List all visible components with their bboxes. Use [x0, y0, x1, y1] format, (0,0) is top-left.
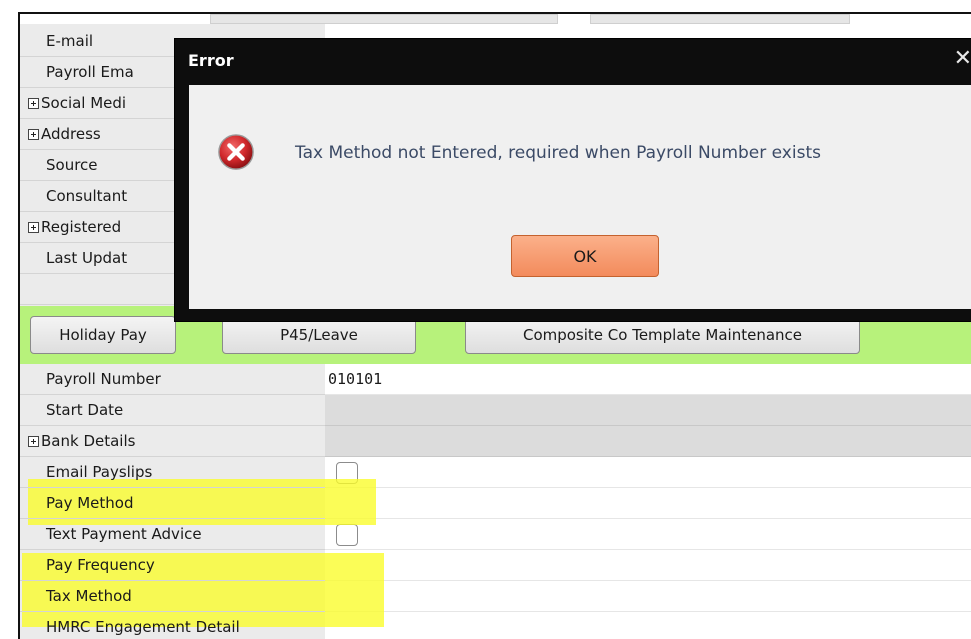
- error-icon: [218, 134, 254, 170]
- text-payment-advice-field: [325, 519, 971, 550]
- expand-icon[interactable]: [28, 435, 39, 447]
- row-label: E-mail: [46, 32, 94, 50]
- start-date-field[interactable]: [325, 395, 971, 426]
- row-label: Pay Frequency: [46, 556, 155, 574]
- row-label: Last Updat: [46, 249, 128, 267]
- payroll-number-value: 010101: [328, 370, 383, 388]
- row-label: Source: [46, 156, 98, 174]
- row-label: Payroll Number: [46, 370, 161, 388]
- expand-icon[interactable]: [28, 221, 39, 233]
- text-payment-advice-row[interactable]: Text Payment Advice: [20, 519, 325, 550]
- bank-details-field: [325, 426, 971, 457]
- row-label: Address: [41, 125, 101, 143]
- error-dialog: Error ✕ Tax Method not Entered, required…: [174, 38, 971, 322]
- button-label: OK: [573, 246, 597, 266]
- button-label: P45/Leave: [280, 326, 358, 344]
- dialog-title: Error: [188, 51, 234, 70]
- hmrc-engagement-row[interactable]: HMRC Engagement Detail: [20, 612, 325, 639]
- row-label: Tax Method: [46, 587, 132, 605]
- pay-method-row[interactable]: Pay Method: [20, 488, 325, 519]
- expand-icon[interactable]: [28, 97, 39, 109]
- row-label: Start Date: [46, 401, 124, 419]
- start-date-row[interactable]: Start Date: [20, 395, 325, 426]
- payroll-number-field[interactable]: 010101: [325, 364, 971, 395]
- hmrc-field[interactable]: [325, 612, 971, 639]
- bank-details-row[interactable]: Bank Details: [20, 426, 325, 457]
- pay-method-field[interactable]: [325, 488, 971, 519]
- row-label: Text Payment Advice: [46, 525, 202, 543]
- button-label: Holiday Pay: [59, 326, 147, 344]
- text-payment-advice-checkbox[interactable]: [336, 524, 358, 546]
- email-payslips-field: [325, 457, 971, 488]
- email-payslips-row[interactable]: Email Payslips: [20, 457, 325, 488]
- row-label: Bank Details: [41, 432, 136, 450]
- error-message: Tax Method not Entered, required when Pa…: [295, 143, 821, 163]
- tax-method-field[interactable]: [325, 581, 971, 612]
- button-label: Composite Co Template Maintenance: [522, 326, 803, 344]
- row-label: Pay Method: [46, 494, 134, 512]
- pay-frequency-field[interactable]: [325, 550, 971, 581]
- ok-button[interactable]: OK: [511, 235, 659, 277]
- email-field-strip[interactable]: [210, 14, 558, 24]
- row-label: Social Medi: [41, 94, 127, 112]
- payroll-number-row[interactable]: Payroll Number: [20, 364, 325, 395]
- expand-icon[interactable]: [28, 128, 39, 140]
- close-icon[interactable]: ✕: [954, 46, 971, 71]
- row-label: Payroll Ema: [46, 63, 134, 81]
- secondary-field-strip[interactable]: [590, 14, 850, 24]
- pay-frequency-row[interactable]: Pay Frequency: [20, 550, 325, 581]
- tax-method-row[interactable]: Tax Method: [20, 581, 325, 612]
- row-label: Consultant: [46, 187, 128, 205]
- dialog-body: Tax Method not Entered, required when Pa…: [189, 85, 971, 309]
- record-form: E-mail Payroll Ema Social Medi Address S…: [18, 12, 971, 639]
- row-label: Registered: [41, 218, 122, 236]
- row-label: HMRC Engagement Detail: [46, 618, 240, 636]
- row-label: Email Payslips: [46, 463, 153, 481]
- holiday-pay-button[interactable]: Holiday Pay: [30, 316, 176, 354]
